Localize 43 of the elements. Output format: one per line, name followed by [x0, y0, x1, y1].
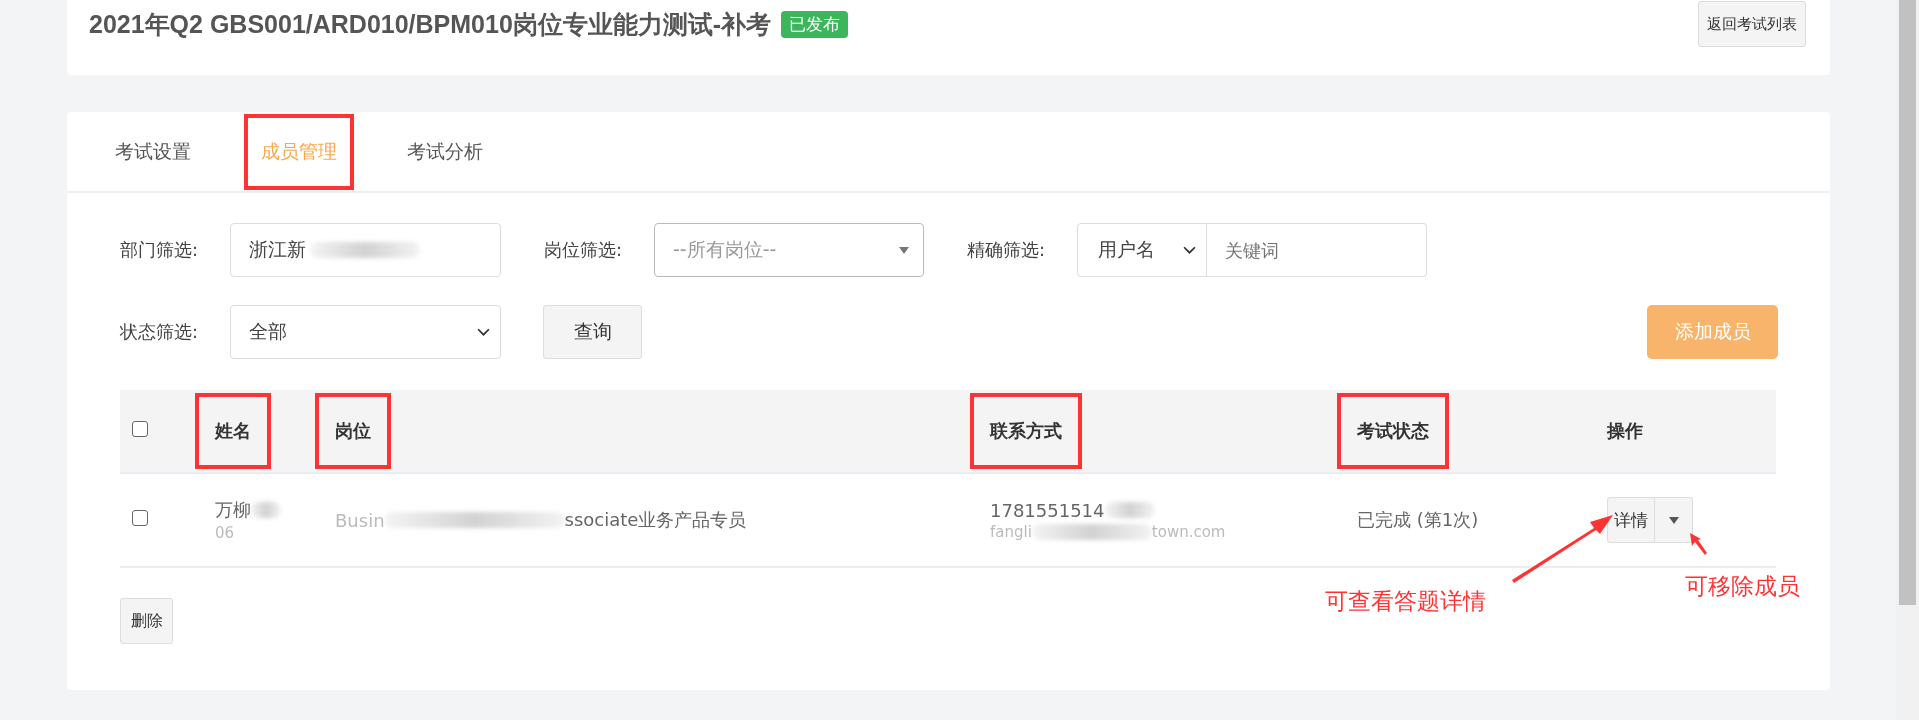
column-header: 联系方式: [970, 393, 1082, 469]
email-text: fangli: [990, 522, 1032, 541]
query-button[interactable]: 查询: [543, 305, 642, 359]
status-select[interactable]: 全部: [230, 305, 501, 359]
name-cell: 万柳: [215, 498, 251, 522]
filter-label: 精确筛选:: [967, 238, 1047, 262]
column-header: 考试状态: [1337, 393, 1449, 469]
chevron-down-icon: [1183, 245, 1196, 255]
keyword-field[interactable]: 关键词: [1207, 223, 1427, 277]
details-button[interactable]: 详情: [1607, 497, 1655, 543]
dropdown-triangle-icon: [899, 246, 909, 254]
filter-label: 岗位筛选:: [544, 238, 624, 262]
annotation-text: 可移除成员: [1685, 572, 1800, 601]
column-header: 岗位: [315, 393, 391, 469]
scrollbar-thumb[interactable]: [1899, 0, 1916, 605]
position-text: Busin: [335, 509, 385, 531]
chevron-down-icon: [477, 327, 490, 337]
delete-button[interactable]: 删除: [120, 598, 173, 644]
redaction-blur: [1104, 502, 1155, 518]
column-header: 姓名: [195, 393, 271, 469]
back-to-list-button[interactable]: 返回考试列表: [1698, 1, 1806, 47]
user-id: 06: [215, 524, 236, 542]
filter-label: 部门筛选:: [120, 238, 200, 262]
status-badge: 已发布: [781, 11, 849, 38]
filter-label: 状态筛选:: [120, 320, 200, 344]
field-select[interactable]: 用户名: [1077, 223, 1207, 277]
scrollbar[interactable]: [1896, 0, 1919, 720]
more-actions-dropdown[interactable]: [1655, 497, 1693, 543]
annotation-arrow: [1690, 533, 1707, 555]
column-header: 操作: [1606, 419, 1644, 443]
tab[interactable]: 考试分析: [390, 113, 500, 190]
annotation-text: 可查看答题详情: [1325, 587, 1486, 616]
department-field[interactable]: 浙江新: [230, 223, 501, 277]
position-text: ssociate业务产品专员: [564, 508, 747, 532]
redaction-blur: [251, 502, 281, 518]
phone-number: 1781551514: [990, 499, 1105, 521]
checkbox[interactable]: [132, 421, 148, 437]
checkbox[interactable]: [132, 510, 148, 526]
exam-title: 2021年Q2 GBS001/ARD010/BPM010岗位专业能力测试-补考: [89, 9, 772, 40]
caret-icon: [1668, 516, 1679, 524]
email-text: town.com: [1151, 522, 1226, 541]
tab[interactable]: 考试设置: [98, 113, 208, 190]
exam-status: 已完成 (第1次): [1357, 509, 1479, 530]
